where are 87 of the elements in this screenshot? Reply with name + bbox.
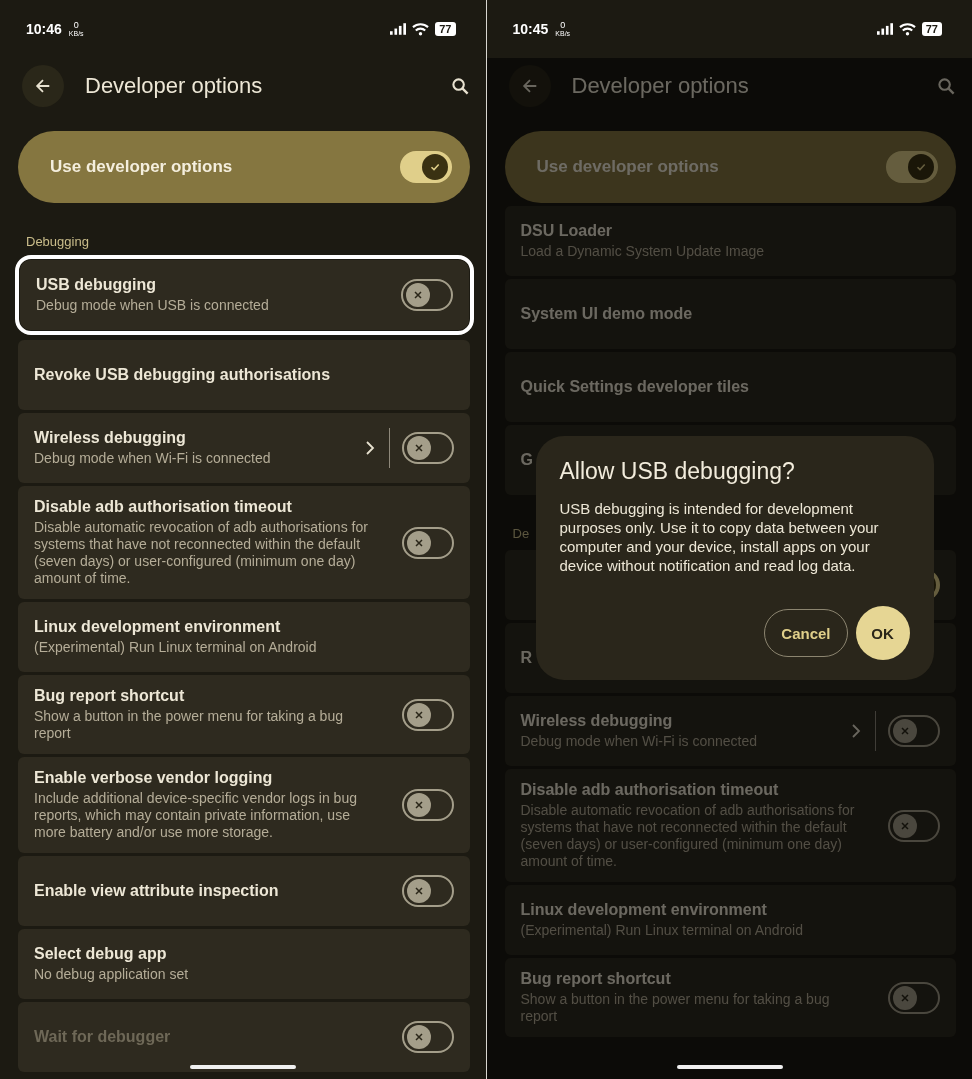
- setting-title: Bug report shortcut: [34, 687, 186, 705]
- setting-title: Disable adb authorisation timeout: [520, 781, 780, 799]
- setting-title: Linux development environment: [520, 901, 768, 919]
- cross-icon: [899, 819, 911, 832]
- status-time: 10:45: [512, 21, 549, 37]
- status-time: 10:46: [26, 21, 62, 37]
- dialog-title: Allow USB debugging?: [559, 458, 796, 485]
- toggle-switch[interactable]: [886, 151, 938, 183]
- toggle-switch[interactable]: [401, 698, 454, 731]
- setting-item[interactable]: Select debug app No debug application set: [18, 929, 470, 999]
- setting-title: R: [520, 649, 534, 667]
- cross-icon: [412, 1031, 425, 1043]
- toggle-switch[interactable]: [888, 715, 940, 747]
- back-arrow-icon: [520, 77, 539, 95]
- signal-icon: [390, 23, 407, 35]
- setting-description: No debug application set: [34, 966, 190, 983]
- setting-description: Disable automatic revocation of adb authorisations for systems that have not reconnected within the default (seven days) or user-configured (minimum one day) amount of time.: [34, 519, 369, 587]
- back-arrow-icon: [34, 77, 52, 95]
- section-header: De: [511, 525, 531, 543]
- setting-title: Linux development environment: [34, 618, 282, 636]
- toggle-switch[interactable]: [399, 151, 452, 183]
- chevron-icon: [851, 723, 861, 739]
- cross-icon: [412, 708, 425, 721]
- section-header: Debugging: [25, 233, 90, 251]
- setting-title: Wireless debugging: [34, 429, 187, 447]
- setting-title: Revoke USB debugging authorisations: [34, 366, 332, 384]
- toggle-switch[interactable]: [401, 875, 454, 907]
- setting-title: USB debugging: [36, 276, 157, 294]
- setting-description: Debug mode when Wi-Fi is connected: [520, 733, 759, 750]
- confirm-button[interactable]: OK: [855, 606, 910, 660]
- toggle-switch[interactable]: [888, 981, 940, 1014]
- back-button[interactable]: [22, 65, 64, 107]
- setting-description: Show a button in the power menu for taking a bug report: [34, 708, 344, 742]
- cross-icon: [411, 289, 424, 301]
- master-switch-card[interactable]: Use developer options: [18, 131, 470, 203]
- check-icon: [915, 161, 927, 173]
- setting-title: DSU Loader: [520, 222, 614, 240]
- wifi-icon: [412, 22, 430, 36]
- setting-item[interactable]: Revoke USB debugging authorisations: [18, 340, 470, 410]
- toggle-switch[interactable]: [400, 279, 453, 311]
- setting-description: Load a Dynamic System Update Image: [520, 243, 766, 260]
- setting-title: Enable verbose vendor logging: [34, 769, 274, 787]
- setting-item[interactable]: Enable verbose vendor logging Include additional device-specific vendor logs in bug reports, which may contain private information, use more battery and/or use more storage.: [18, 757, 470, 853]
- setting-description: (Experimental) Run Linux terminal on Android: [520, 922, 804, 939]
- setting-description: Show a button in the power menu for taking a bug report: [520, 991, 831, 1025]
- setting-item[interactable]: Wireless debugging Debug mode when Wi-Fi is connected: [18, 413, 470, 483]
- setting-description: Include additional device-specific vendor logs in bug reports, which may contain private information, use more battery and/or use more storage.: [34, 790, 358, 841]
- setting-description: (Experimental) Run Linux terminal on Android: [34, 639, 318, 656]
- wifi-icon: [898, 22, 916, 36]
- chevron-icon: [364, 440, 375, 456]
- cross-icon: [412, 442, 425, 454]
- setting-item[interactable]: Enable view attribute inspection: [18, 856, 470, 926]
- cross-icon: [899, 991, 911, 1004]
- check-icon: [428, 161, 441, 173]
- setting-title: G: [520, 451, 534, 469]
- cross-icon: [412, 885, 425, 897]
- battery-level: 77: [435, 22, 456, 36]
- toggle-switch[interactable]: [401, 789, 454, 821]
- battery-level: 77: [921, 22, 942, 36]
- toggle-switch[interactable]: [888, 809, 940, 842]
- setting-title: Disable adb authorisation timeout: [34, 498, 293, 516]
- setting-title: Bug report shortcut: [520, 970, 672, 988]
- setting-title: Wireless debugging: [520, 712, 674, 730]
- setting-title: Enable view attribute inspection: [34, 882, 280, 900]
- setting-item[interactable]: Linux development environment (Experimental) Run Linux terminal on Android: [18, 602, 470, 672]
- setting-title: System UI demo mode: [520, 305, 694, 323]
- setting-title: Wait for debugger: [34, 1028, 172, 1046]
- master-switch-label: Use developer options: [536, 157, 720, 177]
- cross-icon: [412, 799, 425, 811]
- cross-icon: [899, 725, 911, 737]
- signal-icon: [876, 23, 893, 35]
- setting-description: Debug mode when Wi-Fi is connected: [34, 450, 272, 467]
- dialog-message: USB debugging is intended for development purposes only. Use it to copy data between your computer and your device, install apps on your device without notification and read log data.: [559, 499, 880, 575]
- setting-title: Quick Settings developer tiles: [520, 378, 750, 396]
- toggle-switch[interactable]: [401, 526, 454, 559]
- page-title: Developer options: [571, 73, 750, 99]
- master-switch-label: Use developer options: [50, 157, 234, 177]
- setting-item[interactable]: Bug report shortcut Show a button in the power menu for taking a bug report: [18, 675, 470, 754]
- cross-icon: [412, 536, 425, 549]
- setting-item[interactable]: USB debugging Debug mode when USB is connected: [20, 260, 469, 330]
- setting-title: Select debug app: [34, 945, 168, 963]
- setting-item[interactable]: [18, 486, 470, 599]
- setting-description: Debug mode when USB is connected: [36, 297, 270, 314]
- toggle-switch[interactable]: [401, 432, 454, 464]
- setting-description: Disable automatic revocation of adb authorisations for systems that have not reconnected within the default (seven days) or user-configured (minimum one day) amount of time.: [520, 802, 856, 870]
- search-icon[interactable]: [450, 76, 470, 96]
- page-title: Developer options: [85, 73, 264, 99]
